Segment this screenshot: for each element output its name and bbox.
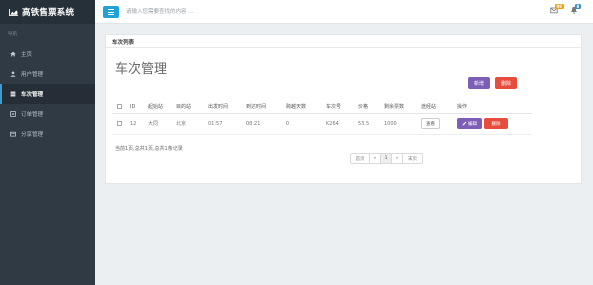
train-list-panel: 车次列表 车次管理 新增 删除 ID 起始站 目的站 出发时间 到达时间 跨越天… [105,34,582,184]
col-id: ID [130,101,148,114]
prev-page-button[interactable]: « [370,153,381,164]
row-checkbox[interactable] [117,120,122,126]
cell-arrive: 08:21 [246,113,286,135]
table-row: 12 大同 北京 01:57 08:21 0 K264 53.5 1000 查看… [112,113,532,135]
mail-badge: 99 [555,4,564,9]
last-page-button[interactable]: 末页 [403,153,423,164]
user-icon [9,71,17,77]
col-days: 跨越天数 [286,101,326,114]
cell-to: 北京 [176,113,208,135]
col-stops: 途经站 [421,101,457,114]
sidebar-item-label: 订单管理 [21,112,44,118]
col-actions: 操作 [457,101,532,114]
area-chart-icon [9,8,18,16]
pencil-icon [462,121,467,126]
sidebar-item-orders[interactable]: 订单管理 [0,104,95,124]
page-title: 车次管理 [115,62,168,77]
next-page-button[interactable]: » [392,153,403,164]
cell-depart: 01:57 [208,113,246,135]
notifications-button[interactable]: 8 [570,4,581,16]
topbar: 99 8 [95,0,593,24]
edit-button[interactable]: 编辑 [457,118,482,129]
cell-remaining: 1000 [384,113,421,135]
table-header-row: ID 起始站 目的站 出发时间 到达时间 跨越天数 车次号 价格 剩余票数 途经… [112,101,532,114]
menu-toggle-button[interactable] [103,6,119,18]
sidebar: 高铁售票系统 导航 主页 用户管理 车次管理 订单管理 分享管理 [0,0,95,285]
first-page-button[interactable]: 首页 [350,153,370,164]
sidebar-item-label: 用户管理 [21,72,44,78]
hamburger-icon [108,9,114,11]
share-icon [9,131,17,137]
add-button[interactable]: 新增 [468,77,490,89]
sidebar-item-label: 分享管理 [21,132,44,138]
panel-header: 车次列表 [106,35,581,48]
col-remaining: 剩余票数 [384,101,421,114]
sidebar-item-label: 车次管理 [21,92,44,98]
cell-from: 大同 [148,113,176,135]
sidebar-item-label: 主页 [21,52,33,58]
pagination: 首页 « 1 » 末页 [350,153,423,164]
search-input[interactable] [126,5,306,19]
pagination-summary: 当前1页,总共1页,总共1条记录 [115,146,183,152]
col-train-no: 车次号 [326,101,358,114]
remove-row-button[interactable]: 删除 [484,118,508,129]
view-stops-button[interactable]: 查看 [421,118,440,129]
col-from: 起始站 [148,101,176,114]
brand[interactable]: 高铁售票系统 [0,0,95,24]
col-price: 价格 [358,101,384,114]
nav-section-label: 导航 [8,32,17,37]
delete-button[interactable]: 删除 [495,77,517,89]
sidebar-item-home[interactable]: 主页 [0,44,95,64]
list-icon [9,111,17,117]
cell-id: 12 [130,113,148,135]
cell-days: 0 [286,113,326,135]
col-to: 目的站 [176,101,208,114]
cell-price: 53.5 [358,113,384,135]
page-1-button[interactable]: 1 [381,153,392,164]
cell-train-no: K264 [326,113,358,135]
col-arrive: 到达时间 [246,101,286,114]
col-depart: 出发时间 [208,101,246,114]
home-icon [9,51,17,57]
train-icon [9,91,17,97]
bell-badge: 8 [575,4,581,9]
edit-label: 编辑 [468,121,477,127]
train-table: ID 起始站 目的站 出发时间 到达时间 跨越天数 车次号 价格 剩余票数 途经… [112,101,532,135]
sidebar-item-users[interactable]: 用户管理 [0,64,95,84]
app-title: 高铁售票系统 [22,8,75,18]
sidebar-item-share[interactable]: 分享管理 [0,124,95,144]
mail-button[interactable]: 99 [550,4,564,16]
sidebar-item-trains[interactable]: 车次管理 [0,84,95,104]
select-all-checkbox[interactable] [117,103,122,109]
